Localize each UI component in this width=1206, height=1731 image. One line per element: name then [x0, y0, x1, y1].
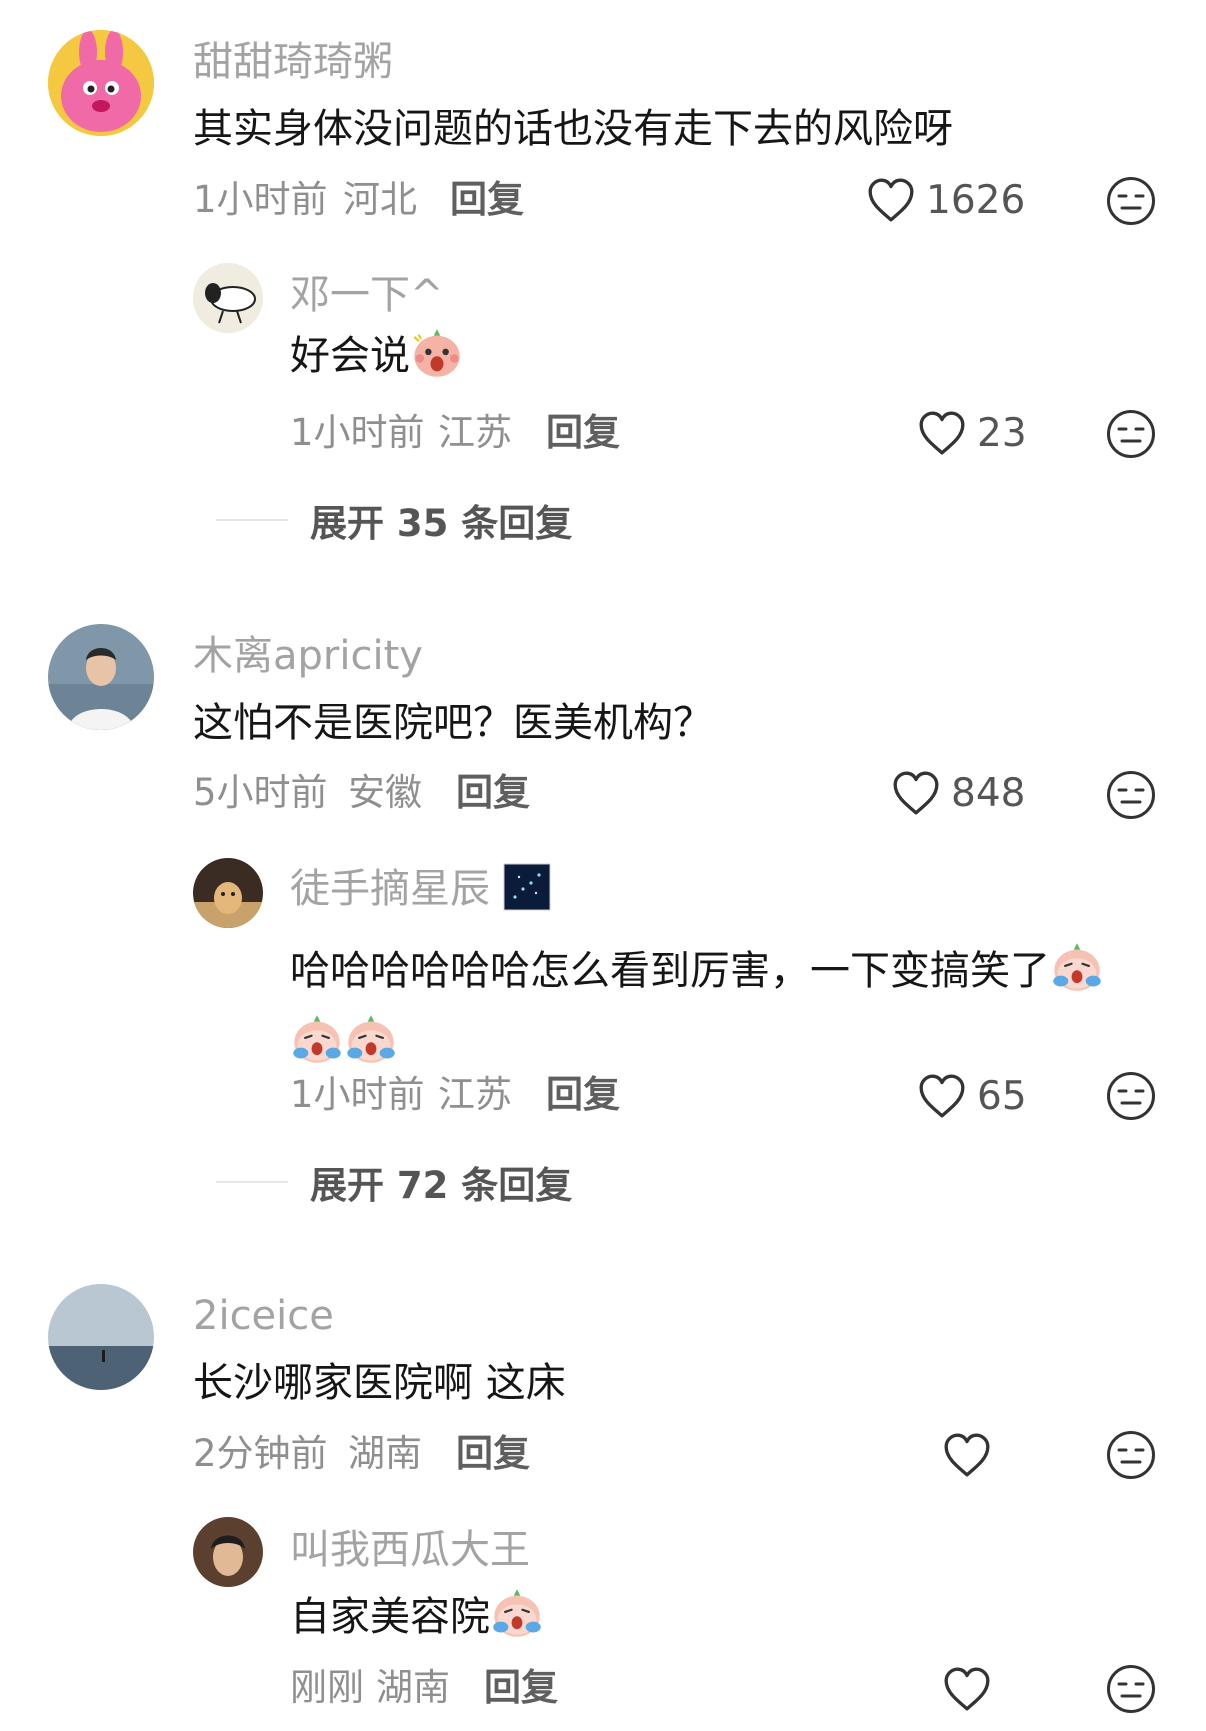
like-button[interactable] — [942, 1427, 992, 1483]
reply-button[interactable]: 回复 — [546, 414, 620, 451]
comment-username[interactable]: 甜甜琦琦粥 — [193, 42, 393, 82]
reply-time: 1小时前 — [290, 411, 425, 454]
man-seaside-avatar-image — [48, 624, 154, 730]
divider-line — [216, 1181, 288, 1183]
crying-peach-emoji — [344, 1012, 398, 1066]
dog-photo-avatar-image — [193, 858, 263, 928]
pink-rabbit-avatar-image — [48, 30, 154, 136]
reply-button[interactable]: 回复 — [456, 1435, 530, 1472]
meh-face-icon[interactable] — [1105, 1663, 1157, 1715]
meh-face-icon[interactable] — [1105, 1429, 1157, 1481]
reply-location: 江苏 — [438, 1073, 512, 1116]
divider-line — [216, 519, 288, 521]
reply-button[interactable]: 回复 — [546, 1076, 620, 1113]
comment-text: 这怕不是医院吧？医美机构？ — [193, 700, 713, 746]
meh-face-icon[interactable] — [1105, 1070, 1157, 1122]
comment-location: 安徽 — [348, 771, 422, 814]
sketch-dog-avatar-image — [193, 263, 263, 333]
avatar[interactable] — [48, 30, 154, 136]
heart-icon — [866, 177, 916, 223]
comment-location: 河北 — [343, 178, 417, 221]
reply-button[interactable]: 回复 — [450, 181, 524, 218]
reply-text: 好会说 — [290, 336, 464, 380]
man-portrait-avatar-image — [193, 1517, 263, 1587]
expand-replies-button[interactable]: 展开 72 条回复 — [216, 1155, 572, 1209]
comment-time: 5小时前 — [193, 771, 328, 814]
meh-face-icon[interactable] — [1105, 408, 1157, 460]
crying-peach-emoji — [490, 1586, 544, 1640]
reply-time: 1小时前 — [290, 1073, 425, 1116]
reply-text: 哈哈哈哈哈哈怎么看到厉害，一下变搞笑了 — [290, 938, 1150, 1070]
reply-location: 江苏 — [438, 411, 512, 454]
comment-location: 湖南 — [348, 1432, 422, 1475]
like-count: 848 — [951, 770, 1026, 816]
reply-button[interactable]: 回复 — [484, 1669, 558, 1706]
reply-text: 自家美容院 — [290, 1597, 544, 1640]
heart-icon — [917, 1073, 967, 1119]
crying-peach-emoji — [290, 1012, 344, 1066]
meh-face-icon[interactable] — [1105, 769, 1157, 821]
avatar[interactable] — [193, 858, 263, 928]
shocked-peach-emoji — [410, 326, 464, 380]
comment-text: 长沙哪家医院啊 这床 — [193, 1360, 566, 1406]
avatar[interactable] — [193, 263, 263, 333]
expand-replies-label: 展开 35 条回复 — [310, 502, 573, 545]
meh-face-icon[interactable] — [1105, 175, 1157, 227]
heart-icon — [942, 1432, 992, 1478]
comment-time: 2分钟前 — [193, 1432, 328, 1475]
like-button[interactable]: 848 — [891, 765, 1025, 821]
avatar[interactable] — [193, 1517, 263, 1587]
reply-time: 刚刚 — [290, 1666, 364, 1709]
expand-replies-label: 展开 72 条回复 — [310, 1164, 573, 1207]
reply-location: 湖南 — [376, 1666, 450, 1709]
comment-username[interactable]: 木离apricity — [193, 636, 423, 676]
like-button[interactable]: 23 — [917, 405, 1027, 461]
like-count: 1626 — [926, 177, 1026, 223]
reply-username[interactable]: 邓一下^ — [290, 275, 444, 315]
heart-icon — [942, 1666, 992, 1712]
like-count: 65 — [977, 1073, 1027, 1119]
comment-text: 其实身体没问题的话也没有走下去的风险呀 — [193, 106, 953, 152]
expand-replies-button[interactable]: 展开 35 条回复 — [216, 493, 572, 547]
heart-icon — [917, 410, 967, 456]
reply-button[interactable]: 回复 — [456, 774, 530, 811]
reply-username[interactable]: 徒手摘星辰 — [290, 863, 551, 912]
starry-sky-emoji — [503, 863, 551, 911]
comment-username[interactable]: 2iceice — [193, 1296, 334, 1336]
reply-username[interactable]: 叫我西瓜大王 — [290, 1530, 530, 1570]
like-count: 23 — [977, 410, 1027, 456]
reply-text-content: 自家美容院 — [290, 1594, 490, 1640]
like-button[interactable]: 65 — [917, 1068, 1027, 1124]
avatar[interactable] — [48, 624, 154, 730]
like-button[interactable] — [942, 1661, 992, 1717]
reply-text-content: 哈哈哈哈哈哈怎么看到厉害，一下变搞笑了 — [290, 948, 1050, 994]
avatar[interactable] — [48, 1284, 154, 1390]
reply-username-text: 徒手摘星辰 — [290, 866, 490, 912]
sea-horizon-avatar-image — [48, 1284, 154, 1390]
comment-time: 1小时前 — [193, 178, 328, 221]
crying-peach-emoji — [1050, 940, 1104, 994]
heart-icon — [891, 770, 941, 816]
like-button[interactable]: 1626 — [866, 172, 1025, 228]
reply-text-content: 好会说 — [290, 333, 410, 379]
